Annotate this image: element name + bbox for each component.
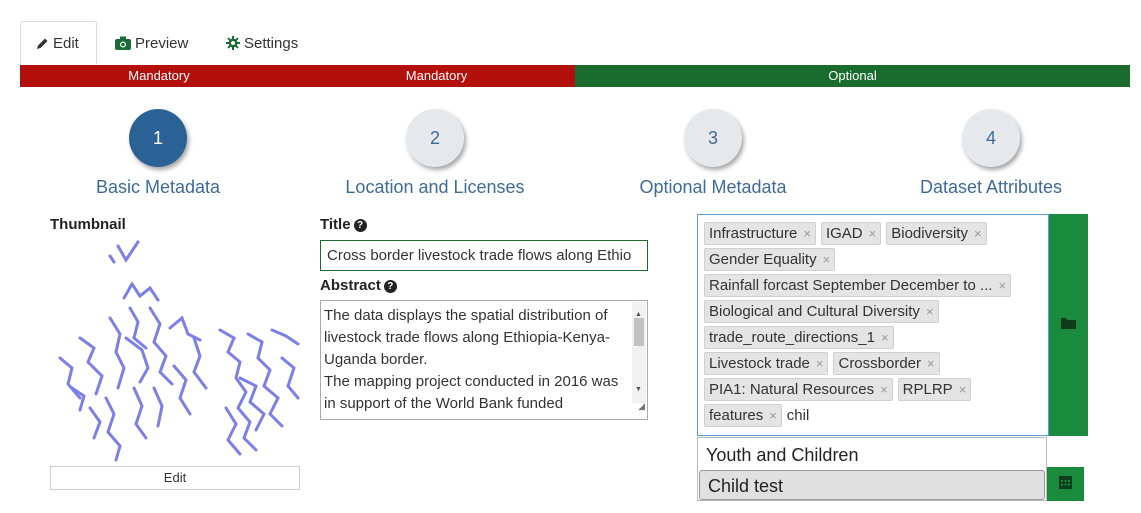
- remove-tag-icon[interactable]: ×: [869, 226, 877, 241]
- remove-tag-icon[interactable]: ×: [816, 356, 824, 371]
- title-input[interactable]: Cross border livestock trade flows along…: [320, 240, 648, 271]
- step-number: 3: [684, 109, 742, 167]
- abstract-scrollbar[interactable]: ▲ ▼: [632, 302, 646, 403]
- tag-label: Biological and Cultural Diversity: [709, 302, 920, 320]
- tag-chip: Infrastructure ×: [704, 221, 816, 245]
- tag-chip: Crossborder ×: [833, 351, 940, 375]
- tag-row: Biological and Cultural Diversity ×: [704, 298, 1042, 324]
- tag-chip: RPLRP ×: [897, 377, 972, 401]
- gear-icon: [226, 36, 240, 50]
- abstract-paragraph: The mapping project conducted in 2016 wa…: [324, 373, 619, 412]
- tab-settings-label: Settings: [244, 34, 299, 52]
- tag-typed-text[interactable]: chil: [787, 407, 810, 424]
- title-label: Title?: [320, 216, 367, 233]
- tag-chip: Rainfall forcast September December to .…: [704, 273, 1012, 297]
- thumbnail-label: Thumbnail: [50, 216, 126, 233]
- help-icon[interactable]: ?: [353, 219, 367, 232]
- remove-tag-icon[interactable]: ×: [926, 304, 934, 319]
- tag-chip: Biodiversity ×: [886, 221, 987, 245]
- progress-bar: Mandatory Mandatory Optional: [20, 65, 1130, 87]
- folder-icon: [1061, 316, 1076, 334]
- title-label-text: Title: [320, 216, 351, 233]
- tag-label: Gender Equality: [709, 250, 817, 268]
- suggestion-option[interactable]: Youth and Children: [698, 440, 1046, 470]
- remove-tag-icon[interactable]: ×: [974, 226, 982, 241]
- progress-segment-2: Mandatory: [298, 65, 575, 87]
- progress-segment-1: Mandatory: [20, 65, 298, 87]
- browse-keywords-button[interactable]: [1049, 214, 1088, 436]
- remove-tag-icon[interactable]: ×: [823, 252, 831, 267]
- step-number: 4: [962, 109, 1020, 167]
- remove-tag-icon[interactable]: ×: [803, 226, 811, 241]
- tag-label: Rainfall forcast September December to .…: [709, 276, 993, 294]
- tag-label: Biodiversity: [891, 224, 968, 242]
- keyword-suggestions-dropdown: Youth and Children Child test: [697, 437, 1047, 501]
- step-basic-metadata[interactable]: 1 Basic Metadata: [33, 109, 283, 198]
- remove-tag-icon[interactable]: ×: [998, 278, 1006, 293]
- help-icon[interactable]: ?: [383, 280, 397, 293]
- abstract-label: Abstract?: [320, 277, 397, 294]
- pencil-icon: [36, 37, 49, 50]
- tab-edit[interactable]: Edit: [20, 21, 97, 65]
- remove-tag-icon[interactable]: ×: [959, 382, 967, 397]
- step-location-licenses[interactable]: 2 Location and Licenses: [310, 109, 560, 198]
- tag-row: Gender Equality ×: [704, 246, 1042, 272]
- tag-row: Rainfall forcast September December to .…: [704, 272, 1042, 298]
- tag-chip: Livestock trade ×: [704, 351, 829, 375]
- camera-icon: [115, 36, 131, 50]
- abstract-paragraph: The data displays the spatial distributi…: [324, 307, 610, 368]
- abstract-label-text: Abstract: [320, 277, 381, 294]
- tag-row: PIA1: Natural Resources × RPLRP ×: [704, 376, 1042, 402]
- tag-label: features: [709, 406, 764, 424]
- tag-label: Crossborder: [838, 354, 922, 372]
- tag-row: Infrastructure × IGAD × Biodiversity ×: [704, 220, 1042, 246]
- tag-chip: Biological and Cultural Diversity ×: [704, 299, 939, 323]
- tag-row: Livestock trade × Crossborder ×: [704, 350, 1042, 376]
- remove-tag-icon[interactable]: ×: [880, 382, 888, 397]
- scroll-thumb[interactable]: [634, 318, 644, 346]
- calendar-icon: [1059, 475, 1072, 494]
- thumbnail-edit-button[interactable]: Edit: [50, 466, 300, 490]
- tab-preview-label: Preview: [135, 34, 189, 52]
- suggestion-option-highlighted[interactable]: Child test: [699, 470, 1045, 500]
- step-number: 2: [406, 109, 464, 167]
- step-label: Optional Metadata: [639, 177, 787, 197]
- tab-preview[interactable]: Preview: [115, 21, 188, 65]
- tag-label: Infrastructure: [709, 224, 798, 242]
- tag-label: Livestock trade: [709, 354, 810, 372]
- tag-label: IGAD: [825, 224, 863, 242]
- abstract-textarea[interactable]: The data displays the spatial distributi…: [320, 300, 648, 420]
- remove-tag-icon[interactable]: ×: [927, 356, 935, 371]
- step-label: Basic Metadata: [95, 177, 221, 197]
- calendar-button[interactable]: [1047, 467, 1084, 501]
- tag-chip: IGAD ×: [820, 221, 882, 245]
- step-number: 1: [129, 109, 187, 167]
- tab-edit-label: Edit: [53, 34, 79, 52]
- tag-row: features × chil: [704, 402, 1042, 428]
- thumbnail-image: [58, 240, 300, 462]
- tag-chip: features ×: [704, 403, 782, 427]
- remove-tag-icon[interactable]: ×: [881, 330, 889, 345]
- keywords-tag-input[interactable]: Infrastructure × IGAD × Biodiversity × Gend…: [697, 214, 1049, 436]
- progress-segment-3: Optional: [575, 65, 1130, 87]
- tag-row: trade_route_directions_1 ×: [704, 324, 1042, 350]
- tab-settings[interactable]: Settings: [226, 21, 298, 65]
- tab-bar: Edit Preview Settings: [20, 21, 1130, 65]
- resize-handle-icon[interactable]: ◢: [638, 395, 645, 417]
- tag-chip: PIA1: Natural Resources ×: [704, 377, 893, 401]
- step-label: Location and Licenses: [345, 177, 525, 197]
- step-dataset-attributes[interactable]: 4 Dataset Attributes: [866, 109, 1116, 198]
- step-optional-metadata[interactable]: 3 Optional Metadata: [588, 109, 838, 198]
- tag-label: RPLRP: [902, 380, 953, 398]
- step-label: Dataset Attributes: [919, 177, 1063, 197]
- tag-label: PIA1: Natural Resources: [709, 380, 875, 398]
- tag-chip: trade_route_directions_1 ×: [704, 325, 894, 349]
- remove-tag-icon[interactable]: ×: [769, 408, 777, 423]
- tag-label: trade_route_directions_1: [709, 328, 875, 346]
- tag-chip: Gender Equality ×: [704, 247, 836, 271]
